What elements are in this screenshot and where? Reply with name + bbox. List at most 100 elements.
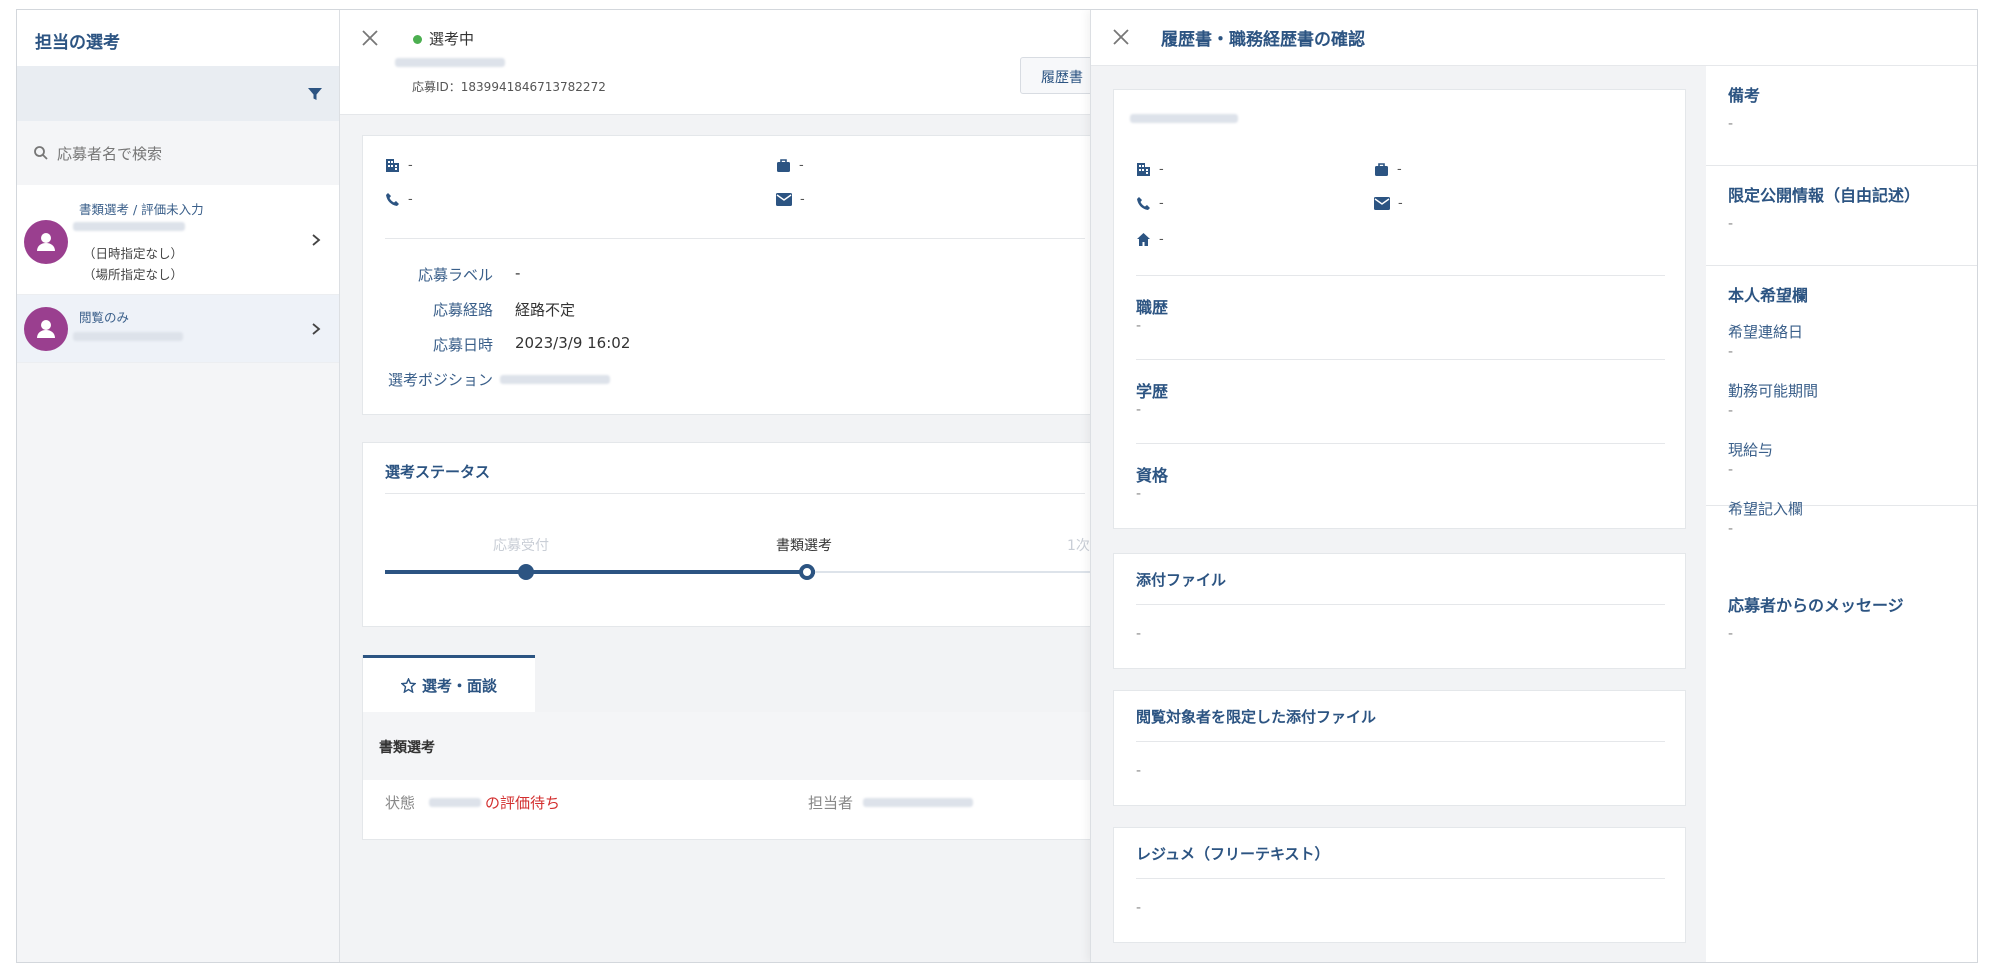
phone-row: -	[1136, 196, 1164, 211]
briefcase-icon	[1375, 163, 1388, 176]
state-label: 状態	[385, 794, 416, 812]
limited-info-section: 限定公開情報（自由記述） -	[1706, 166, 1977, 266]
mail-value: -	[1398, 196, 1403, 211]
field-label: 応募日時	[432, 336, 493, 354]
resume-side-panel: 備考 - 限定公開情報（自由記述） - 本人希望欄 希望連絡日 - 勤務可能期間…	[1706, 66, 1977, 962]
selection-status: 選考中	[429, 30, 475, 48]
phone-icon	[386, 193, 399, 206]
resume-freetext-value: -	[1136, 900, 1142, 916]
applicant-info-card: - - - - 応募ラベル - 応募経路 経路不定 応募日時 2023/3/9 …	[362, 135, 1102, 415]
phone-icon	[1137, 197, 1150, 210]
user-icon	[37, 233, 55, 251]
avatar	[24, 307, 68, 351]
tab-strip	[535, 655, 1115, 712]
wishes-section: 本人希望欄 希望連絡日 - 勤務可能期間 - 現給与 - 希望記入欄 -	[1706, 266, 1977, 537]
step-label: 1次	[1067, 538, 1090, 554]
attachments-value: -	[1136, 626, 1142, 642]
divider	[385, 493, 1085, 494]
briefcase-icon	[777, 159, 790, 172]
selection-status-card: 選考ステータス 応募受付 書類選考 1次	[362, 442, 1115, 627]
job-row: -	[776, 158, 804, 173]
wishes-heading: 本人希望欄	[1728, 286, 1809, 305]
chevron-right-icon	[312, 234, 321, 246]
divider	[1136, 878, 1665, 879]
qualification-value: -	[1136, 486, 1142, 502]
job-value: -	[799, 158, 804, 173]
progress-track-remaining	[815, 571, 1115, 573]
tab-label: 選考・面談	[421, 676, 497, 695]
career-heading: 職歴	[1136, 298, 1169, 317]
step-label: 応募受付	[493, 538, 549, 554]
overlay-title: 履歴書・職務経歴書の確認	[1161, 30, 1365, 50]
detail-header: 選考中 応募ID：1839941846713782272 履歴書	[340, 10, 1100, 115]
applicant-message-section: 応募者からのメッセージ -	[1706, 576, 1977, 676]
mail-value: -	[800, 192, 805, 207]
address-row: -	[1136, 232, 1164, 247]
resume-profile-card: - - - - - 職歴 - 学歴 - 資格 -	[1113, 89, 1686, 529]
step-node-done[interactable]	[518, 564, 534, 580]
job-value: -	[1397, 162, 1402, 177]
search-icon	[34, 146, 48, 160]
application-date-value: 2023/3/9 16:02	[515, 334, 631, 352]
wish-value: -	[1728, 521, 1734, 537]
limited-info-value: -	[1728, 216, 1734, 232]
sidebar-item-place-note: （場所指定なし）	[83, 267, 184, 282]
evaluation-card: 選考・面談 書類選考 状態 の評価待ち 担当者	[362, 655, 1115, 840]
attachments-card: 添付ファイル -	[1113, 553, 1686, 669]
sidebar-item-applicant[interactable]: 閲覧のみ	[17, 295, 339, 363]
message-heading: 応募者からのメッセージ	[1728, 596, 1904, 615]
overlay-header: 履歴書・職務経歴書の確認	[1091, 10, 1977, 66]
divider	[1136, 275, 1665, 276]
remarks-section: 備考 -	[1706, 66, 1977, 166]
wish-value: -	[1728, 344, 1734, 360]
message-value: -	[1728, 626, 1734, 642]
qualification-heading: 資格	[1136, 466, 1169, 485]
step-node-current[interactable]	[799, 564, 815, 580]
state-value: の評価待ち	[485, 794, 561, 812]
close-icon[interactable]	[360, 28, 380, 48]
building-icon	[386, 159, 399, 172]
resume-button[interactable]: 履歴書	[1020, 57, 1100, 94]
mail-icon	[1374, 197, 1390, 210]
filter-button[interactable]	[291, 66, 339, 121]
phone-value: -	[408, 192, 413, 207]
restricted-attachments-card: 閲覧対象者を限定した添付ファイル -	[1113, 690, 1686, 806]
sidebar-title: 担当の選考	[17, 10, 339, 66]
sidebar: 担当の選考 応募者名で検索 書類選考 / 評価未入力 （日時指定なし） （場所指…	[17, 10, 340, 962]
field-label: 応募経路	[432, 301, 493, 319]
resume-freetext-heading: レジュメ（フリーテキスト）	[1136, 845, 1330, 863]
mail-row: -	[1374, 196, 1403, 211]
redacted-name	[1130, 114, 1238, 123]
wish-value: -	[1728, 462, 1734, 478]
search-input[interactable]: 応募者名で検索	[57, 143, 162, 164]
applicant-search[interactable]: 応募者名で検索	[17, 121, 339, 185]
divider	[1136, 604, 1665, 605]
application-label-value: -	[515, 264, 521, 282]
phone-row: -	[385, 192, 413, 207]
divider	[1136, 443, 1665, 444]
restricted-attachments-value: -	[1136, 763, 1142, 779]
tab-selection-interview[interactable]: 選考・面談	[363, 655, 535, 712]
stage-title: 書類選考	[363, 712, 1113, 780]
filter-bar	[17, 66, 339, 121]
mail-row: -	[776, 192, 805, 207]
step-label-current: 書類選考	[776, 538, 832, 554]
resume-freetext-card: レジュメ（フリーテキスト） -	[1113, 827, 1686, 943]
redacted-name	[73, 332, 183, 341]
wish-label: 現給与	[1728, 441, 1774, 459]
company-row: -	[1136, 162, 1164, 177]
sidebar-item-date-note: （日時指定なし）	[83, 246, 184, 261]
sidebar-item-applicant[interactable]: 書類選考 / 評価未入力 （日時指定なし） （場所指定なし）	[17, 185, 339, 295]
education-value: -	[1136, 402, 1142, 418]
resume-main: - - - - - 職歴 - 学歴 - 資格 - 添付ファイル - 閲覧対象者を…	[1091, 66, 1706, 962]
divider	[385, 238, 1085, 239]
close-icon[interactable]	[1111, 27, 1131, 47]
status-dot-icon	[413, 35, 422, 44]
wish-label: 勤務可能期間	[1728, 382, 1819, 400]
avatar	[24, 220, 68, 264]
limited-info-heading: 限定公開情報（自由記述）	[1728, 186, 1921, 205]
redacted-name	[429, 798, 481, 807]
redacted-position	[500, 375, 610, 384]
chevron-right-icon	[312, 323, 321, 335]
field-label: 応募ラベル	[417, 266, 493, 284]
